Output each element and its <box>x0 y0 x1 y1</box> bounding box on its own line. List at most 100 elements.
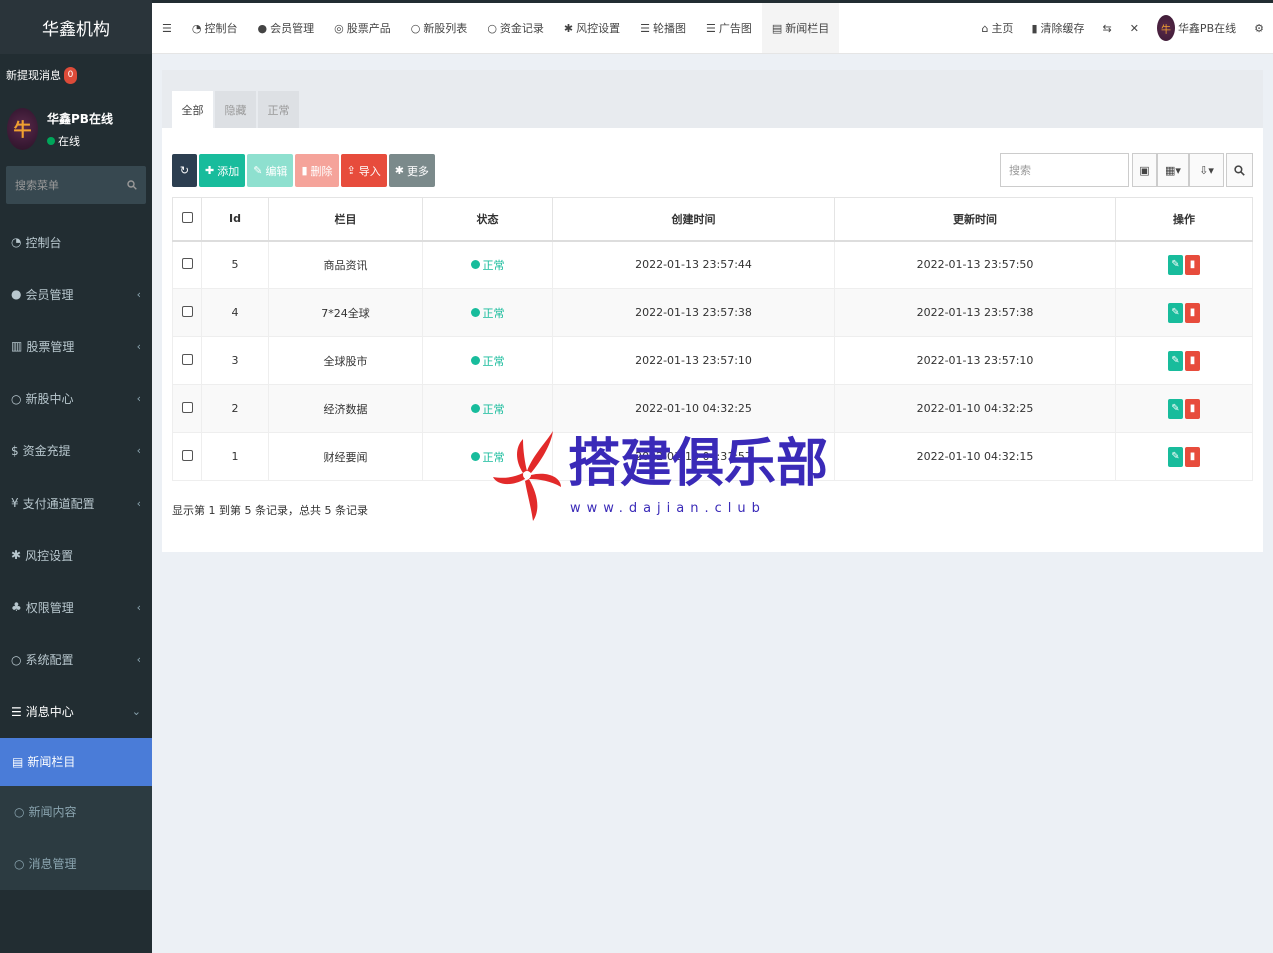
top-navbar: ☰ ◔ 控制台 ● 会员管理 ◎ 股票产品 ○ 新股列表 ○ 资金记录 ✱ 风控设置 ☰ 轮播… <box>152 0 1273 54</box>
withdraw-notice[interactable]: 新提现消息 0 <box>0 54 152 96</box>
user-icon: ● <box>11 287 22 302</box>
toggle-view-button[interactable]: ▣ <box>1132 153 1157 187</box>
export-dropdown[interactable]: ⇩▾ <box>1189 153 1224 187</box>
columns-icon: ▦▾ <box>1165 163 1181 177</box>
status-dot-icon <box>470 356 480 365</box>
add-button[interactable]: ✚ 添加 <box>199 154 246 187</box>
cell-created: 2022-01-10 04:32:25 <box>552 384 835 433</box>
tab-hidden[interactable]: 隐藏 <box>215 91 256 128</box>
user-icon: ● <box>257 21 268 35</box>
gear-icon: ✱ <box>11 548 22 563</box>
row-edit-button[interactable]: ✎ <box>1168 254 1183 275</box>
row-checkbox[interactable] <box>181 257 193 269</box>
sidebar-item-system[interactable]: ○ 系统配置 ‹ <box>0 634 152 686</box>
tab-ad-images[interactable]: ☰ 广告图 <box>696 3 762 53</box>
cell-status: 正常 <box>422 336 553 385</box>
menu-search-input[interactable]: 搜索菜单 <box>6 166 146 204</box>
row-edit-button[interactable]: ✎ <box>1168 398 1183 419</box>
cell-status: 正常 <box>422 384 553 433</box>
tab-normal[interactable]: 正常 <box>258 91 299 128</box>
tab-ipo-list[interactable]: ○ 新股列表 <box>401 3 478 53</box>
notice-count-badge: 0 <box>64 66 77 84</box>
sidebar-item-ipo[interactable]: ○ 新股中心 ‹ <box>0 373 152 425</box>
notice-label: 新提现消息 <box>6 69 61 82</box>
sidebar-item-funds[interactable]: $ 资金充提 ‹ <box>0 425 152 477</box>
sidebar-item-payment[interactable]: ¥ 支付通道配置 ‹ <box>0 477 152 529</box>
row-edit-button[interactable]: ✎ <box>1168 446 1183 467</box>
edit-button[interactable]: ✎ 编辑 <box>247 154 294 187</box>
column-status[interactable]: 状态 <box>422 197 553 242</box>
table-search-input[interactable]: 搜索 <box>1000 153 1129 187</box>
settings-button[interactable]: ⚙ <box>1245 22 1273 35</box>
sidebar-toggle-button[interactable]: ☰ <box>152 3 182 53</box>
row-delete-button[interactable]: ▮ <box>1185 398 1200 419</box>
row-checkbox[interactable] <box>181 449 193 461</box>
tab-all[interactable]: 全部 <box>172 91 213 128</box>
clear-cache-button[interactable]: ▮ 清除缓存 <box>1022 20 1093 36</box>
more-button[interactable]: ✱ 更多 <box>388 154 435 187</box>
tab-risk-settings[interactable]: ✱ 风控设置 <box>554 3 630 53</box>
row-edit-button[interactable]: ✎ <box>1168 302 1183 323</box>
delete-button[interactable]: ▮ 删除 <box>295 154 339 187</box>
row-checkbox[interactable] <box>181 353 193 365</box>
tab-dashboard[interactable]: ◔ 控制台 <box>182 3 248 53</box>
search-icon[interactable] <box>127 180 137 190</box>
row-delete-button[interactable]: ▮ <box>1185 254 1200 275</box>
chevron-left-icon: ‹ <box>136 339 141 353</box>
chevron-down-icon: ⌄ <box>131 705 141 719</box>
row-checkbox[interactable] <box>181 401 193 413</box>
sidebar-item-news-content[interactable]: ○ 新闻内容 <box>0 786 152 838</box>
cell-updated: 2022-01-13 23:57:38 <box>834 288 1116 337</box>
column-name[interactable]: 栏目 <box>268 197 423 242</box>
column-updated[interactable]: 更新时间 <box>834 197 1116 242</box>
tab-carousel[interactable]: ☰ 轮播图 <box>630 3 696 53</box>
sidebar-item-permissions[interactable]: ♣ 权限管理 ‹ <box>0 581 152 633</box>
row-checkbox[interactable] <box>181 305 193 317</box>
import-button[interactable]: ⇪ 导入 <box>340 154 387 187</box>
columns-dropdown[interactable]: ▦▾ <box>1157 153 1189 187</box>
column-created[interactable]: 创建时间 <box>552 197 835 242</box>
circle-icon: ○ <box>410 21 421 35</box>
language-button[interactable]: ⇆ <box>1094 22 1121 35</box>
column-id[interactable]: Id <box>201 197 269 242</box>
cell-id: 1 <box>201 432 269 481</box>
newspaper-icon: ▤ <box>12 754 24 769</box>
avatar: 牛 <box>7 108 38 150</box>
tab-fund-records[interactable]: ○ 资金记录 <box>477 3 554 53</box>
export-icon: ⇩▾ <box>1199 163 1214 177</box>
user-name: 华鑫PB在线 <box>47 111 113 126</box>
logo[interactable]: 华鑫机构 <box>0 0 152 54</box>
tab-members[interactable]: ● 会员管理 <box>247 3 324 53</box>
row-delete-button[interactable]: ▮ <box>1185 446 1200 467</box>
search-button[interactable] <box>1226 153 1253 187</box>
select-all-checkbox[interactable] <box>181 211 193 223</box>
sidebar-item-stocks[interactable]: ▥ 股票管理 ‹ <box>0 320 152 372</box>
row-delete-button[interactable]: ▮ <box>1185 302 1200 323</box>
table-header-row: Id 栏目 状态 创建时间 更新时间 操作 <box>172 197 1253 242</box>
cell-actions: ✎ ▮ <box>1115 336 1253 385</box>
row-edit-button[interactable]: ✎ <box>1168 350 1183 371</box>
sidebar-item-members[interactable]: ● 会员管理 ‹ <box>0 268 152 320</box>
row-delete-button[interactable]: ▮ <box>1185 350 1200 371</box>
tab-news-category[interactable]: ▤ 新闻栏目 <box>761 3 840 53</box>
sidebar-item-dashboard[interactable]: ◔ 控制台 <box>0 216 152 268</box>
list-icon: ☰ <box>11 704 22 719</box>
refresh-button[interactable]: ↻ <box>172 154 197 187</box>
sidebar-item-news-category[interactable]: ▤ 新闻栏目 <box>0 737 152 786</box>
sidebar-item-message-manage[interactable]: ○ 消息管理 <box>0 838 152 890</box>
cell-updated: 2022-01-13 23:57:50 <box>834 240 1116 289</box>
sidebar-item-messages[interactable]: ☰ 消息中心 ⌄ <box>0 686 152 738</box>
user-menu[interactable]: 牛华鑫PB在线 <box>1148 15 1245 41</box>
newspaper-icon: ▤ <box>771 21 783 35</box>
select-all-header[interactable] <box>172 197 202 242</box>
card-view-icon: ▣ <box>1139 163 1150 177</box>
home-link[interactable]: ⌂ 主页 <box>972 20 1022 36</box>
cell-id: 2 <box>201 384 269 433</box>
refresh-icon: ↻ <box>179 164 190 177</box>
fullscreen-button[interactable]: ✕ <box>1121 22 1148 35</box>
chevron-left-icon: ‹ <box>136 496 141 510</box>
cell-actions: ✎ ▮ <box>1115 384 1253 433</box>
tab-stock-products[interactable]: ◎ 股票产品 <box>324 3 401 53</box>
sidebar: 华鑫机构 新提现消息 0 牛 华鑫PB在线 在线 搜索菜单 ◔ 控制台 ● 会员管理… <box>0 0 152 953</box>
sidebar-item-risk[interactable]: ✱ 风控设置 <box>0 529 152 581</box>
